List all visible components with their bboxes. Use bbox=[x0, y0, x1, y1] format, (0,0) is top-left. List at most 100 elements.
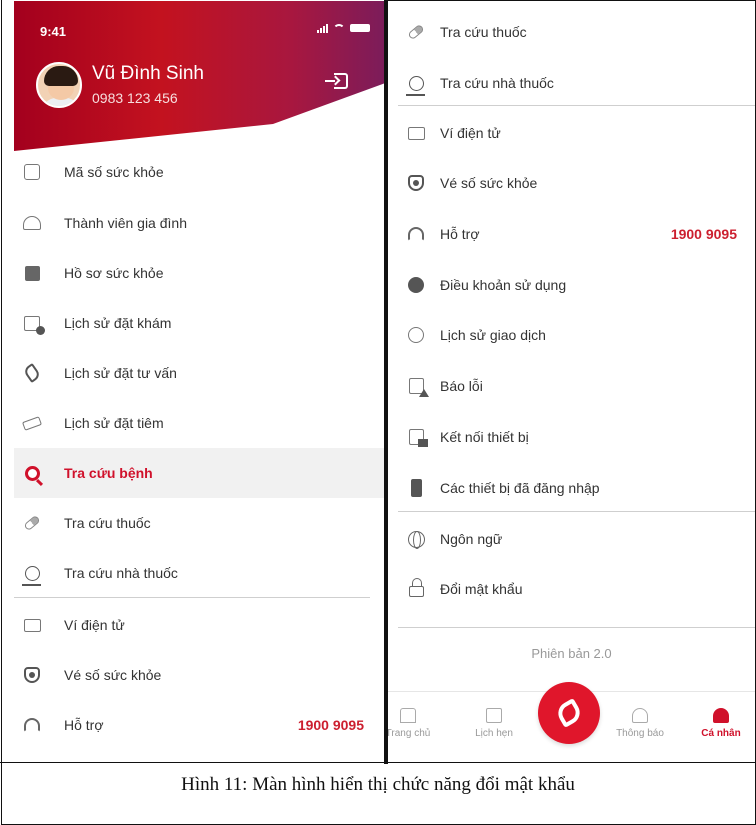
nav-label: Thông báo bbox=[616, 728, 664, 739]
menu-item-logged-devices[interactable]: Các thiết bị đã đăng nhập bbox=[388, 463, 755, 513]
menu-item-label: Ngôn ngữ bbox=[440, 531, 503, 547]
pharmacy-pin-icon bbox=[21, 563, 42, 586]
menu-item-terms-of-use[interactable]: Điều khoản sử dụng bbox=[388, 260, 755, 310]
menu-item-health-lottery[interactable]: Vé số sức khỏe bbox=[388, 158, 755, 208]
phone-call-icon bbox=[553, 697, 585, 729]
menu-item-consult-history[interactable]: Lịch sử đặt tư vấn bbox=[14, 348, 384, 398]
battery-icon bbox=[350, 24, 370, 32]
person-icon bbox=[713, 708, 729, 723]
nav-home[interactable]: Trang chủ bbox=[388, 708, 438, 739]
menu-item-pharmacy-lookup[interactable]: Tra cứu nhà thuốc bbox=[388, 58, 755, 108]
syringe-icon bbox=[22, 413, 42, 433]
menu-item-label: Vé số sức khỏe bbox=[440, 175, 538, 191]
menu-item-support[interactable]: Hỗ trợ 1900 9095 bbox=[388, 209, 755, 259]
menu-item-family-members[interactable]: Thành viên gia đình bbox=[14, 198, 384, 248]
menu-item-label: Ví điện tử bbox=[440, 125, 501, 141]
menu-item-label: Kết nối thiết bị bbox=[440, 429, 529, 445]
menu-item-connect-device[interactable]: Kết nối thiết bị bbox=[388, 412, 755, 462]
calendar-history-icon bbox=[22, 313, 45, 335]
logged-devices-icon bbox=[406, 478, 426, 498]
menu-item-label: Các thiết bị đã đăng nhập bbox=[440, 480, 600, 496]
menu-item-label: Lịch sử đặt khám bbox=[64, 315, 172, 331]
figure-caption: Hình 11: Màn hình hiển thị chức năng đổi… bbox=[181, 774, 575, 795]
shield-icon bbox=[22, 665, 42, 685]
menu-item-label: Điều khoản sử dụng bbox=[440, 277, 567, 293]
disease-search-icon bbox=[22, 463, 42, 483]
pill-icon bbox=[22, 513, 42, 533]
caption-divider bbox=[0, 762, 756, 763]
wifi-icon bbox=[333, 23, 345, 33]
health-record-icon bbox=[22, 263, 42, 283]
menu-item-label: Đổi mật khẩu bbox=[440, 581, 523, 597]
menu-item-e-wallet[interactable]: Ví điện tử bbox=[14, 600, 384, 650]
menu-item-label: Vé số sức khỏe bbox=[64, 667, 162, 683]
menu-item-label: Hỗ trợ bbox=[440, 226, 480, 242]
headset-icon bbox=[406, 224, 426, 244]
nav-schedule[interactable]: Lịch hẹn bbox=[464, 708, 524, 739]
shield-icon bbox=[406, 173, 426, 193]
menu-item-report-error[interactable]: Báo lỗi bbox=[388, 361, 755, 411]
calendar-icon bbox=[486, 708, 502, 723]
menu-item-label: Ví điện tử bbox=[64, 617, 125, 633]
info-icon bbox=[406, 275, 426, 295]
menu-item-drug-lookup[interactable]: Tra cứu thuốc bbox=[388, 7, 755, 57]
menu-item-language[interactable]: Ngôn ngữ bbox=[388, 514, 755, 564]
pill-icon bbox=[406, 22, 426, 42]
menu-item-transaction-history[interactable]: Lịch sử giao dịch bbox=[388, 310, 755, 360]
menu-item-label: Hồ sơ sức khỏe bbox=[64, 265, 164, 281]
globe-icon bbox=[406, 529, 426, 549]
menu-item-label: Báo lỗi bbox=[440, 378, 483, 394]
menu-item-label: Thành viên gia đình bbox=[64, 215, 187, 231]
menu-item-vaccination-history[interactable]: Lịch sử đặt tiêm bbox=[14, 398, 384, 448]
user-phone: 0983 123 456 bbox=[92, 90, 178, 106]
nav-label: Trang chủ bbox=[388, 728, 431, 739]
wallet-icon bbox=[406, 123, 426, 143]
menu-item-label: Mã số sức khỏe bbox=[64, 164, 164, 180]
status-time: 9:41 bbox=[40, 24, 67, 39]
call-button[interactable] bbox=[538, 682, 600, 744]
menu-divider bbox=[398, 627, 755, 628]
menu-item-e-wallet[interactable]: Ví điện tử bbox=[388, 108, 755, 158]
menu-item-label: Lịch sử đặt tư vấn bbox=[64, 365, 177, 381]
menu-divider bbox=[398, 511, 755, 512]
menu-divider bbox=[398, 105, 755, 106]
bottom-nav: Trang chủ Lịch hẹn Thông báo Cá nhân bbox=[388, 682, 755, 762]
home-icon bbox=[400, 708, 416, 723]
menu-item-label: Hỗ trợ bbox=[64, 717, 104, 733]
left-phone-screen: 9:41 Vũ Đình Sinh 0983 123 456 Mã số sức… bbox=[14, 1, 384, 761]
family-icon bbox=[22, 213, 42, 233]
nav-label: Cá nhân bbox=[701, 728, 741, 739]
menu-item-label: Lịch sử đặt tiêm bbox=[64, 415, 164, 431]
bell-icon bbox=[632, 708, 648, 723]
logout-icon[interactable] bbox=[325, 73, 348, 89]
menu-item-pharmacy-lookup[interactable]: Tra cứu nhà thuốc bbox=[14, 548, 384, 598]
menu-divider bbox=[14, 597, 370, 598]
report-error-icon bbox=[406, 376, 429, 397]
menu-item-support[interactable]: Hỗ trợ 1900 9095 bbox=[14, 700, 384, 750]
menu-item-label: Tra cứu thuốc bbox=[440, 24, 527, 40]
menu-item-disease-lookup[interactable]: Tra cứu bệnh bbox=[14, 448, 384, 498]
nav-notifications[interactable]: Thông báo bbox=[610, 708, 670, 739]
support-hotline[interactable]: 1900 9095 bbox=[298, 717, 364, 733]
lock-icon bbox=[406, 578, 426, 599]
signal-icon bbox=[317, 23, 328, 33]
menu-item-health-record[interactable]: Hồ sơ sức khỏe bbox=[14, 248, 384, 298]
support-hotline[interactable]: 1900 9095 bbox=[671, 226, 737, 242]
menu-item-health-code[interactable]: Mã số sức khỏe bbox=[14, 147, 384, 197]
transaction-history-icon bbox=[406, 325, 426, 345]
connect-device-icon bbox=[406, 427, 428, 447]
menu-item-label: Tra cứu thuốc bbox=[64, 515, 151, 531]
menu-item-health-lottery[interactable]: Vé số sức khỏe bbox=[14, 650, 384, 700]
menu-item-change-password[interactable]: Đổi mật khẩu bbox=[388, 564, 755, 614]
nav-profile[interactable]: Cá nhân bbox=[691, 708, 751, 739]
headset-icon bbox=[22, 715, 42, 735]
nav-label: Lịch hẹn bbox=[475, 728, 513, 739]
wallet-icon bbox=[22, 615, 42, 635]
avatar[interactable] bbox=[36, 62, 82, 108]
menu-item-drug-lookup[interactable]: Tra cứu thuốc bbox=[14, 498, 384, 548]
menu-item-booking-history[interactable]: Lịch sử đặt khám bbox=[14, 298, 384, 348]
phone-consult-icon bbox=[22, 363, 42, 383]
user-name: Vũ Đình Sinh bbox=[92, 63, 204, 84]
menu-item-label: Lịch sử giao dịch bbox=[440, 327, 546, 343]
app-version: Phiên bản 2.0 bbox=[531, 646, 612, 661]
